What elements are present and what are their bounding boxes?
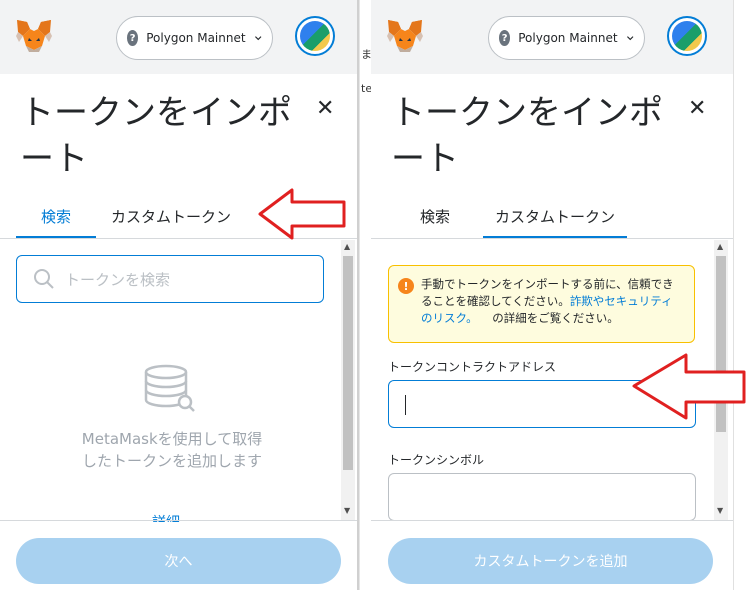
tab-divider (371, 238, 733, 239)
scrollbar[interactable]: ▲ ▼ (341, 240, 355, 520)
symbol-label: トークンシンボル (388, 453, 485, 467)
footer-divider (0, 520, 357, 521)
page-title: トークンをインポート (391, 93, 663, 179)
question-icon: ? (127, 30, 139, 46)
metamask-fox-icon[interactable] (15, 18, 53, 54)
screenshot-root: ? Polygon Mainnet トークンをインポート ✕ 検索 カスタムトー… (0, 0, 749, 590)
search-placeholder: トークンを検索 (65, 270, 171, 289)
next-button[interactable]: 次へ (16, 538, 341, 584)
network-selector[interactable]: ? Polygon Mainnet (116, 16, 273, 60)
red-arrow-icon (632, 353, 746, 420)
page-title: トークンをインポート (20, 93, 292, 179)
header: ? Polygon Mainnet (0, 0, 357, 74)
red-arrow-icon (258, 188, 346, 240)
warning-box: ! 手動でトークンをインポートする前に、信頼できることを確認してください。詐欺や… (388, 265, 695, 343)
empty-state-message: MetaMaskを使用して取得したトークンを追加します (81, 430, 263, 470)
metamask-fox-icon[interactable] (386, 18, 424, 54)
scroll-down-icon[interactable]: ▼ (344, 506, 350, 515)
header: ? Polygon Mainnet (371, 0, 733, 74)
network-selector[interactable]: ? Polygon Mainnet (488, 16, 645, 60)
tab-bar: 検索 カスタムトークン (16, 196, 246, 238)
account-avatar[interactable] (667, 16, 707, 56)
scroll-up-icon[interactable]: ▲ (717, 242, 723, 251)
tab-search[interactable]: 検索 (387, 196, 483, 238)
background-window-strip: ま te (359, 0, 372, 590)
footer-divider (371, 520, 733, 521)
token-symbol-input[interactable] (388, 473, 696, 521)
scrollbar-thumb[interactable] (343, 256, 353, 470)
add-custom-token-button[interactable]: カスタムトークンを追加 (388, 538, 713, 584)
address-label: トークンコントラクトアドレス (388, 360, 557, 374)
left-panel: ? Polygon Mainnet トークンをインポート ✕ 検索 カスタムトー… (0, 0, 357, 590)
background-window-strip-right (733, 0, 749, 590)
network-label: Polygon Mainnet (146, 31, 246, 45)
scroll-down-icon[interactable]: ▼ (717, 506, 723, 515)
tab-custom-token[interactable]: カスタムトークン (483, 196, 627, 238)
search-icon (34, 269, 54, 289)
chevron-down-icon (626, 36, 633, 41)
warning-icon: ! (398, 278, 414, 294)
database-icon (144, 364, 195, 412)
close-icon[interactable]: ✕ (316, 96, 334, 121)
network-label: Polygon Mainnet (518, 31, 618, 45)
tab-bar: 検索 カスタムトークン (387, 196, 627, 238)
chevron-down-icon (254, 36, 261, 41)
right-panel: ? Polygon Mainnet トークンをインポート ✕ 検索 カスタムトー… (371, 0, 733, 590)
scroll-up-icon[interactable]: ▲ (344, 242, 350, 251)
warning-text-end: の詳細をご覧ください。 (492, 311, 619, 325)
close-icon[interactable]: ✕ (688, 96, 706, 121)
question-icon: ? (499, 30, 511, 46)
account-avatar[interactable] (295, 16, 335, 56)
tab-search[interactable]: 検索 (16, 196, 96, 238)
token-search-input[interactable]: トークンを検索 (16, 255, 324, 303)
text-caret (405, 395, 406, 415)
tab-custom-token[interactable]: カスタムトークン (96, 196, 246, 238)
